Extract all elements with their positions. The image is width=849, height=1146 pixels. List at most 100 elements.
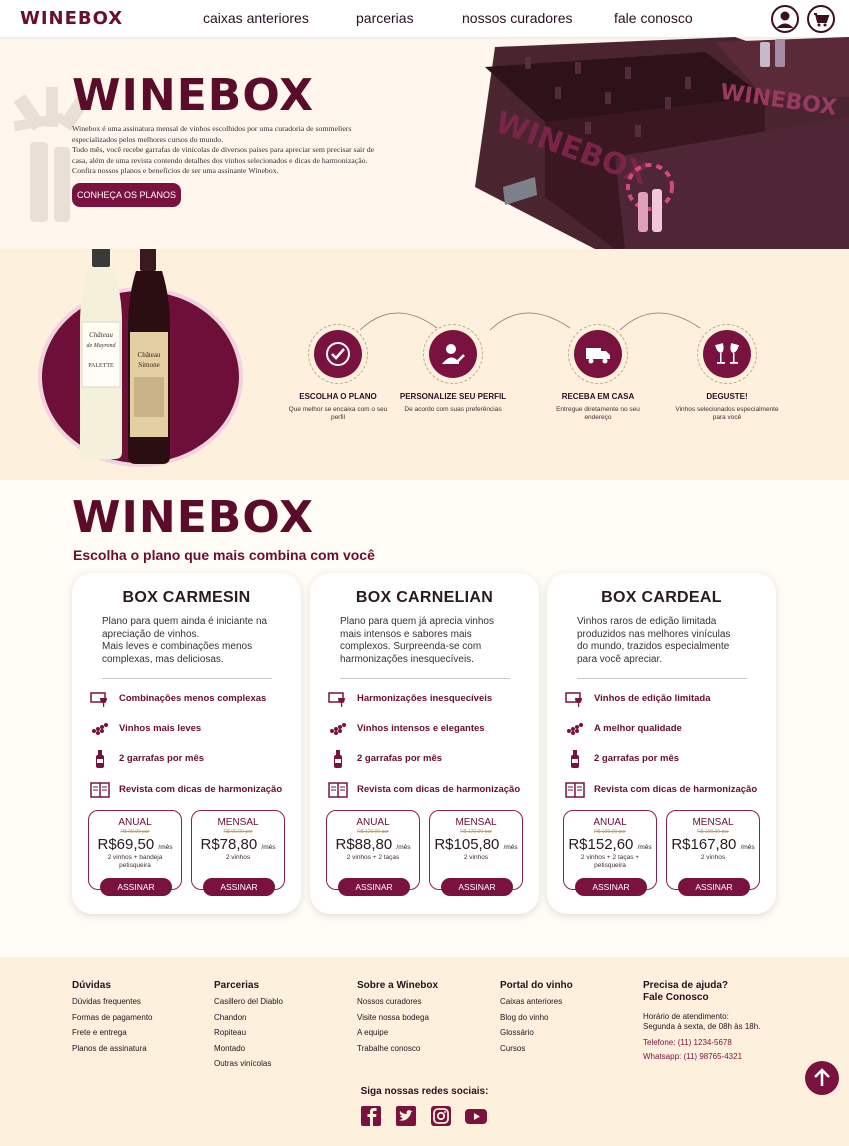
social-title: Siga nossas redes sociais: <box>360 1086 489 1097</box>
footer-heading: Portal do vinho <box>500 980 573 991</box>
help-hours: Segunda à sexta, de 08h às 18h. <box>643 1022 761 1031</box>
plan-feature-text: A melhor qualidade <box>594 723 682 734</box>
how-it-works-section: Château de Mayrond PALETTE Château Simon… <box>0 249 849 480</box>
price-value: R$152,60 /mês <box>564 836 656 853</box>
footer-link[interactable]: Planos de assinatura <box>72 1044 153 1060</box>
footer-link[interactable]: Nossos curadores <box>357 997 438 1013</box>
facebook-icon[interactable] <box>360 1106 382 1126</box>
plan-feature-text: Revista com dicas de harmonização <box>119 784 283 795</box>
subscribe-button[interactable]: ASSINAR <box>575 878 647 896</box>
footer-link[interactable]: Cursos <box>500 1044 573 1060</box>
step-description: Entregue diretamente no seu endereço <box>556 406 640 421</box>
price-amount: R$78,80 <box>200 836 258 853</box>
hero-desc-line: Todo mês, você recebe garrafas de viníco… <box>72 145 375 154</box>
plan-description: Plano para quem já aprecia vinhos mais i… <box>340 616 525 666</box>
plan-desc-line: produzidos nas melhores vinículas <box>577 628 731 640</box>
plan-desc-line: Plano para quem já aprecia vinhos <box>340 616 494 627</box>
subscribe-button[interactable]: ASSINAR <box>338 878 410 896</box>
see-plans-button[interactable]: CONHEÇA OS PLANOS <box>72 183 181 207</box>
price-unit: /mês <box>637 844 652 851</box>
wine-bottles-image: Château de Mayrond PALETTE Château Simon… <box>80 249 170 464</box>
footer-help: Precisa de ajuda? Fale Conosco Horário d… <box>643 980 760 1064</box>
footer-link[interactable]: Montado <box>214 1044 283 1060</box>
footer-column-parcerias: Parcerias Casillero del Diablo Chandon R… <box>214 980 283 1075</box>
subscribe-button[interactable]: ASSINAR <box>203 878 275 896</box>
divider <box>340 678 510 679</box>
price-period: ANUAL <box>118 817 152 828</box>
plan-desc-line: Plano para quem ainda é iniciante na <box>102 616 268 627</box>
plan-desc-line: mais intensos e sabores mais <box>340 628 472 640</box>
step-title: PERSONALIZE SEU PERFIL <box>399 392 507 401</box>
plan-feature: A melhor qualidade <box>565 719 775 739</box>
footer-link[interactable]: Casillero del Diablo <box>214 997 283 1013</box>
plan-title: BOX CARMESIN <box>122 589 251 606</box>
price-note: 2 vinhos <box>192 854 284 862</box>
user-icon[interactable] <box>771 5 799 33</box>
price-unit: /mês <box>158 844 173 851</box>
price-box-annual: ANUAL R$ 190,00 por R$152,60 /mês 2 vinh… <box>563 810 657 896</box>
hero-desc-line: Winebox é uma assinatura mensal de vinho… <box>72 124 352 133</box>
bottle-icon <box>334 750 342 768</box>
price-box-monthly: MENSAL R$ 120,00 por R$105,80 /mês 2 vin… <box>429 810 523 896</box>
price-note: 2 vinhos + bandeja petisqueira <box>89 854 181 870</box>
cart-icon[interactable] <box>807 5 835 33</box>
footer-link[interactable]: Trabalhe conosco <box>357 1044 438 1060</box>
plans-subtitle: Escolha o plano que mais combina com voc… <box>73 547 375 563</box>
nav-link-nossos-curadores[interactable]: nossos curadores <box>462 10 573 26</box>
top-nav: WINEBOX caixas anteriores parcerias noss… <box>0 0 849 37</box>
price-amount: R$105,80 <box>434 836 500 853</box>
old-price: R$ 120,00 por <box>357 829 389 835</box>
plan-feature-text: Combinações menos complexas <box>119 693 267 704</box>
twitter-icon[interactable] <box>395 1106 417 1126</box>
footer-link[interactable]: Frete e entrega <box>72 1028 153 1044</box>
footer-link[interactable]: Caixas anteriores <box>500 997 573 1013</box>
footer-link[interactable]: Dúvidas frequentes <box>72 997 153 1013</box>
price-note-line: 2 vinhos <box>225 854 251 861</box>
plan-title: BOX CARDEAL <box>601 589 722 606</box>
nav-logo[interactable]: WINEBOX <box>20 8 123 29</box>
footer-link[interactable]: Formas de pagamento <box>72 1013 153 1029</box>
nav-link-caixas-anteriores[interactable]: caixas anteriores <box>203 10 309 26</box>
subscribe-button[interactable]: ASSINAR <box>441 878 513 896</box>
subscribe-button[interactable]: ASSINAR <box>678 878 750 896</box>
plan-feature: 2 garrafas por mês <box>328 749 538 769</box>
footer-link[interactable]: Ropiteau <box>214 1028 283 1044</box>
phone-link[interactable]: Telefone: (11) 1234-5678 <box>643 1036 760 1050</box>
whatsapp-link[interactable]: Whatsapp: (11) 98765-4321 <box>643 1050 760 1064</box>
price-note: 2 vinhos <box>430 854 522 862</box>
plan-title: BOX CARNELIAN <box>355 589 494 606</box>
back-to-top-button[interactable] <box>805 1061 839 1095</box>
plan-desc-line: Vinhos raros de edição limitada <box>577 616 717 627</box>
price-note-line: 2 vinhos + 2 taças + <box>580 854 640 861</box>
wine-pairing-icon <box>90 692 107 707</box>
footer-link[interactable]: A equipe <box>357 1028 438 1044</box>
price-box-annual: ANUAL R$ 120,00 por R$88,80 /mês 2 vinho… <box>326 810 420 896</box>
instagram-icon[interactable] <box>430 1106 452 1126</box>
plan-feature-text: 2 garrafas por mês <box>357 753 443 764</box>
nav-link-parcerias[interactable]: parcerias <box>356 10 414 26</box>
price-unit: /mês <box>503 844 518 851</box>
footer-link[interactable]: Chandon <box>214 1013 283 1029</box>
plan-desc-line: do mundo, trazidos especialmente <box>577 641 730 652</box>
price-box-annual: ANUAL R$ 90,00 por R$69,50 /mês 2 vinhos… <box>88 810 182 896</box>
white-bottle-label: Château <box>89 331 113 339</box>
bottle-icon <box>571 750 579 768</box>
plan-card-cardeal: BOX CARDEAL Vinhos raros de edição limit… <box>547 573 776 914</box>
plan-feature: Vinhos intensos e elegantes <box>328 719 538 739</box>
price-amount: R$69,50 <box>97 836 155 853</box>
youtube-icon[interactable] <box>465 1106 487 1126</box>
step-receive: RECEBA EM CASA Entregue diretamente no s… <box>543 324 653 422</box>
footer-link[interactable]: Visite nossa bodega <box>357 1013 438 1029</box>
step-ring <box>423 324 483 384</box>
subscribe-button[interactable]: ASSINAR <box>100 878 172 896</box>
plan-feature: Harmonizações inesquecíveis <box>328 689 538 709</box>
footer-link[interactable]: Blog do vinho <box>500 1013 573 1029</box>
footer-link[interactable]: Glossário <box>500 1028 573 1044</box>
magazine-icon <box>565 782 585 798</box>
bottle-icon <box>96 750 104 768</box>
footer-heading: Sobre a Winebox <box>357 980 439 991</box>
footer-link[interactable]: Outras vinícolas <box>214 1059 283 1075</box>
profile-edit-icon <box>429 330 477 378</box>
plan-desc-line: para você apreciar. <box>577 653 663 665</box>
nav-link-fale-conosco[interactable]: fale conosco <box>614 10 693 26</box>
